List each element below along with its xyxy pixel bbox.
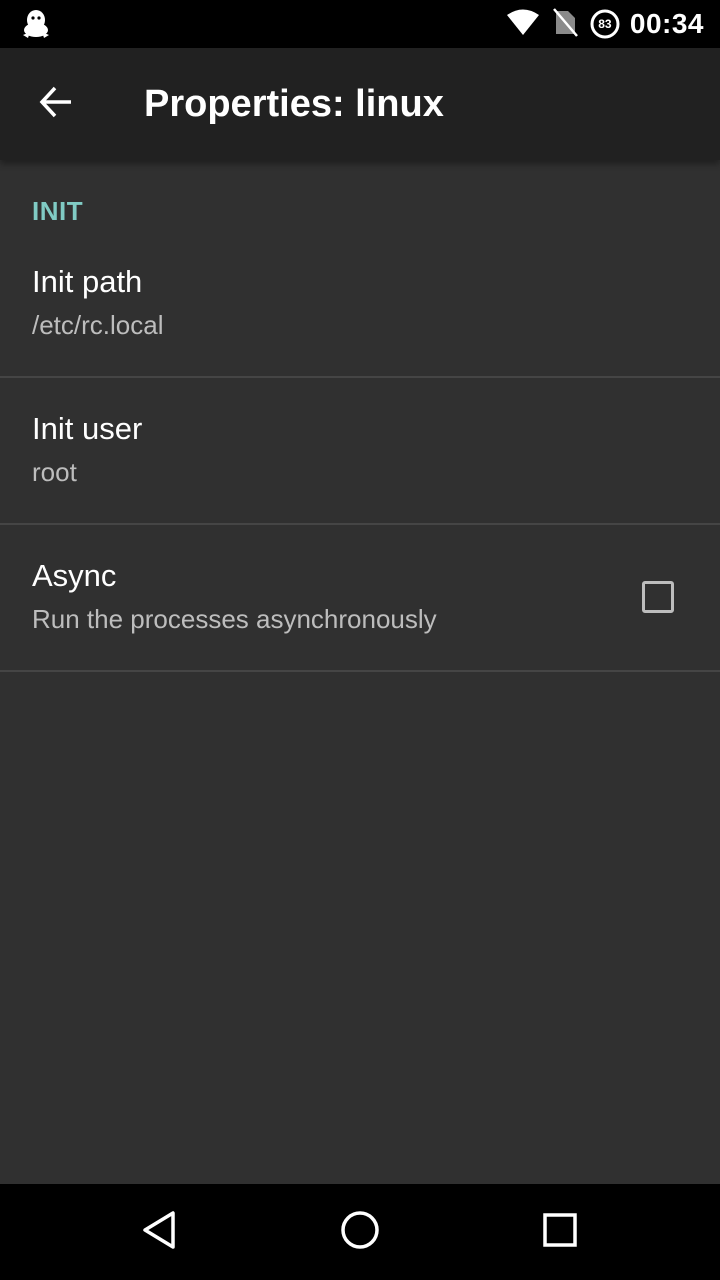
pref-title: Async xyxy=(32,558,117,593)
back-button[interactable] xyxy=(24,72,88,136)
screen: 83 00:34 Properties: linux INIT Init pat… xyxy=(0,0,720,1280)
category-title-init: INIT xyxy=(32,196,84,226)
page-title: Properties: linux xyxy=(144,83,444,125)
status-bar: 83 00:34 xyxy=(0,0,720,48)
async-checkbox[interactable] xyxy=(642,581,674,613)
battery-icon: 83 xyxy=(590,9,620,39)
pref-summary: Run the processes asynchronously xyxy=(32,604,437,634)
wifi-icon xyxy=(506,8,540,41)
pref-summary: root xyxy=(32,457,77,487)
arrow-back-icon xyxy=(38,84,74,125)
recents-square-icon xyxy=(540,1210,580,1255)
pref-item-init-user[interactable]: Init user root xyxy=(0,379,720,525)
no-sim-icon xyxy=(552,7,578,42)
toolbar: Properties: linux xyxy=(0,48,720,160)
pref-item-init-path[interactable]: Init path /etc/rc.local xyxy=(0,232,720,378)
home-circle-icon xyxy=(340,1210,380,1255)
status-time: 00:34 xyxy=(629,8,704,39)
back-triangle-icon xyxy=(140,1210,180,1255)
nav-recents-button[interactable] xyxy=(528,1200,592,1264)
status-icons: 83 00:34 xyxy=(494,0,704,48)
penguin-notification-icon xyxy=(20,8,52,40)
nav-home-button[interactable] xyxy=(328,1200,392,1264)
battery-level: 83 xyxy=(598,17,612,31)
pref-summary: /etc/rc.local xyxy=(32,310,164,340)
navigation-bar xyxy=(0,1184,720,1280)
pref-item-async[interactable]: Async Run the processes asynchronously xyxy=(0,526,720,672)
nav-back-button[interactable] xyxy=(128,1200,192,1264)
pref-title: Init path xyxy=(32,264,143,299)
pref-title: Init user xyxy=(32,411,143,446)
